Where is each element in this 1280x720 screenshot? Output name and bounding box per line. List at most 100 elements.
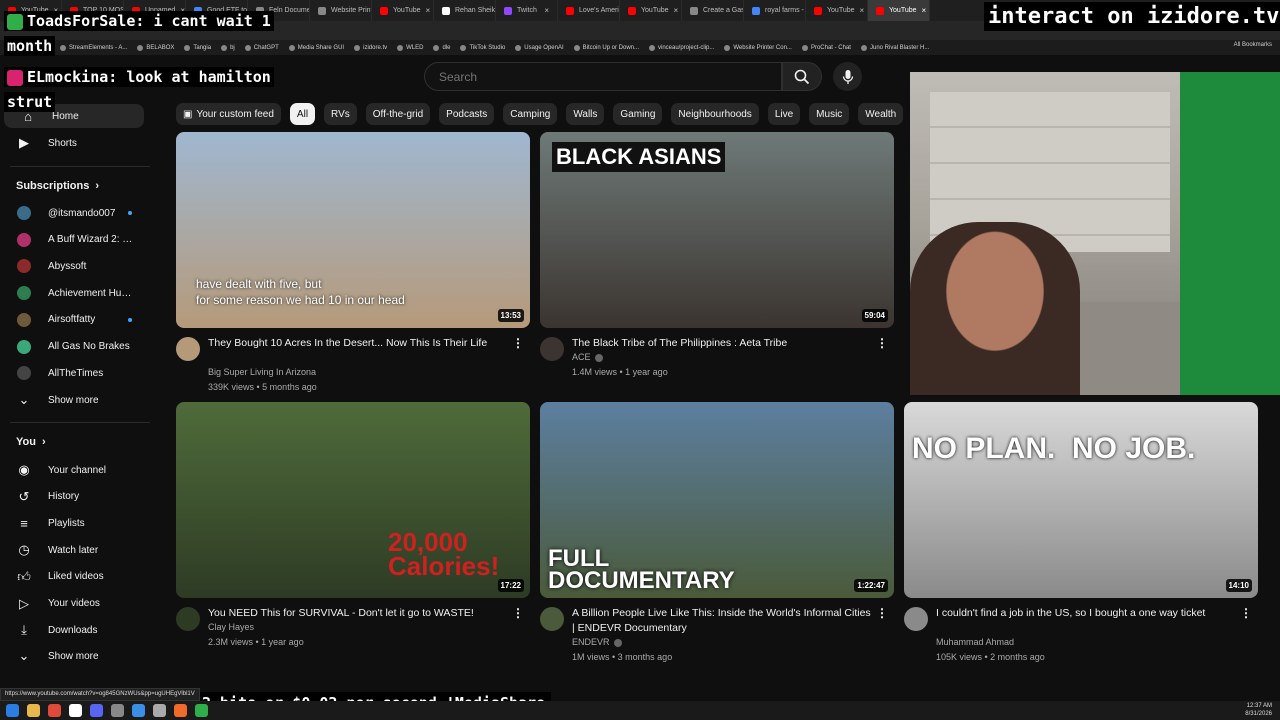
- sidebar-item-playlists[interactable]: ≡ Playlists: [0, 511, 160, 535]
- browser-tab[interactable]: Twitch ×: [496, 0, 558, 21]
- browser-tab[interactable]: YouTube ×: [620, 0, 682, 21]
- video-title[interactable]: A Billion People Live Like This: Inside …: [572, 606, 872, 636]
- sidebar-item-download[interactable]: ⤓ Downloads: [0, 618, 160, 642]
- browser-tab[interactable]: Website Printe×: [310, 0, 372, 21]
- bookmark-item[interactable]: Usage OpenAI: [515, 44, 564, 51]
- channel-name[interactable]: Muhammad Ahmad: [936, 637, 1014, 647]
- sidebar-item-your-videos[interactable]: ▷ Your videos: [0, 592, 160, 616]
- video-thumbnail[interactable]: FULL DOCUMENTARY 1:22:47: [540, 402, 894, 598]
- sidebar-item-channel[interactable]: ◉ Your channel: [0, 458, 160, 482]
- taskbar-app-icon[interactable]: [111, 704, 124, 717]
- bookmark-item[interactable]: StreamElements - A...: [60, 44, 127, 51]
- taskbar-app-icon[interactable]: [195, 704, 208, 717]
- search-input[interactable]: [439, 69, 781, 84]
- bookmark-item[interactable]: vinceau/project-clip...: [649, 44, 714, 51]
- bookmark-item[interactable]: Website Printer Con...: [724, 44, 792, 51]
- video-thumbnail[interactable]: 20,000 Calories! 17:22: [176, 402, 530, 598]
- video-thumbnail[interactable]: NO PLAN. NO JOB. 14:10: [904, 402, 1258, 598]
- video-thumbnail[interactable]: BLACK ASIANS 59:04: [540, 132, 894, 328]
- browser-tab[interactable]: YouTube ×: [806, 0, 868, 21]
- more-actions-icon[interactable]: ⋮: [1240, 606, 1252, 620]
- taskbar-app-icon[interactable]: [132, 704, 145, 717]
- more-actions-icon[interactable]: ⋮: [876, 336, 888, 350]
- video-thumbnail[interactable]: have dealt with five, but for some reason…: [176, 132, 530, 328]
- taskbar-app-icon[interactable]: [174, 704, 187, 717]
- taskbar-app-icon[interactable]: [90, 704, 103, 717]
- taskbar-clock[interactable]: 12:37 AM 8/31/2026: [1245, 702, 1272, 718]
- bookmark-item[interactable]: ProChat - Chat: [801, 44, 851, 51]
- video-title[interactable]: They Bought 10 Acres In the Desert... No…: [208, 336, 508, 351]
- filter-chip[interactable]: All: [289, 103, 316, 125]
- taskbar-app-icon[interactable]: [6, 704, 19, 717]
- all-bookmarks-button[interactable]: All Bookmarks: [1234, 42, 1272, 48]
- video-card[interactable]: FULL DOCUMENTARY 1:22:47 A Billion People …: [540, 402, 894, 672]
- close-tab-icon[interactable]: ×: [922, 6, 927, 15]
- channel-avatar[interactable]: [904, 607, 928, 631]
- bookmark-item[interactable]: Tangia: [184, 44, 211, 51]
- sidebar-item-show-more[interactable]: ⌄ Show more: [0, 644, 160, 668]
- browser-tab[interactable]: YouTube ×: [372, 0, 434, 21]
- channel-name[interactable]: ENDEVR: [572, 637, 622, 647]
- video-title[interactable]: You NEED This for SURVIVAL - Don't let i…: [208, 606, 508, 621]
- browser-tab[interactable]: YouTube ×: [868, 0, 930, 21]
- video-card[interactable]: have dealt with five, but for some reason…: [176, 132, 530, 402]
- sidebar-item-subscription[interactable]: AllTheTimes: [0, 361, 160, 385]
- channel-name[interactable]: Clay Hayes: [208, 622, 254, 632]
- filter-chip[interactable]: Wealth: [858, 103, 904, 125]
- search-box[interactable]: [424, 62, 782, 91]
- sidebar-item-subscription[interactable]: A Buff Wizard 2: Cy...: [0, 228, 160, 252]
- filter-chip[interactable]: Podcasts: [439, 103, 495, 125]
- filter-chip[interactable]: Neighbourhoods: [671, 103, 759, 125]
- bookmark-item[interactable]: WLED: [397, 44, 423, 51]
- channel-name[interactable]: Big Super Living In Arizona: [208, 367, 316, 377]
- video-card[interactable]: NO PLAN. NO JOB. 14:10 I couldn't find a j…: [904, 402, 1258, 672]
- filter-chip[interactable]: Walls: [566, 103, 605, 125]
- close-tab-icon[interactable]: ×: [860, 6, 865, 15]
- filter-chip[interactable]: Camping: [503, 103, 558, 125]
- browser-tab[interactable]: Rehan Sheikh×: [434, 0, 496, 21]
- close-tab-icon[interactable]: ×: [426, 6, 431, 15]
- sidebar-item-subscription[interactable]: @itsmando007: [0, 201, 160, 225]
- video-card[interactable]: BLACK ASIANS 59:04 The Black Tribe of The …: [540, 132, 894, 402]
- bookmark-item[interactable]: bj: [221, 44, 235, 51]
- filter-chip[interactable]: RVs: [324, 103, 357, 125]
- browser-tab[interactable]: royal farms -×: [744, 0, 806, 21]
- more-actions-icon[interactable]: ⋮: [512, 606, 524, 620]
- search-button[interactable]: [782, 62, 822, 91]
- sidebar-item-subscription[interactable]: Abyssoft: [0, 254, 160, 278]
- filter-chip[interactable]: Music: [809, 103, 850, 125]
- channel-name[interactable]: ACE: [572, 352, 603, 362]
- bookmark-item[interactable]: Media Share GUI: [288, 44, 344, 51]
- channel-avatar[interactable]: [176, 337, 200, 361]
- bookmark-item[interactable]: BELABOX: [137, 44, 174, 51]
- video-title[interactable]: I couldn't find a job in the US, so I bo…: [936, 606, 1236, 621]
- bookmark-item[interactable]: TikTok Studio: [460, 44, 505, 51]
- close-tab-icon[interactable]: ×: [674, 6, 679, 15]
- close-tab-icon[interactable]: ×: [544, 6, 549, 15]
- bookmark-item[interactable]: Bitcoin Up or Down...: [573, 44, 639, 51]
- channel-avatar[interactable]: [540, 337, 564, 361]
- bookmark-item[interactable]: Juno Rival Blaster H...: [860, 44, 929, 51]
- video-card[interactable]: 20,000 Calories! 17:22 You NEED This for S…: [176, 402, 530, 672]
- more-actions-icon[interactable]: ⋮: [876, 606, 888, 620]
- sidebar-item-subscription[interactable]: Achievement Hunter: [0, 281, 160, 305]
- browser-tab[interactable]: Create a Gas S×: [682, 0, 744, 21]
- taskbar-app-icon[interactable]: [69, 704, 82, 717]
- taskbar-app-icon[interactable]: [153, 704, 166, 717]
- sidebar-item-subscription[interactable]: All Gas No Brakes: [0, 335, 160, 359]
- bookmark-item[interactable]: dle: [433, 44, 450, 51]
- sidebar-item-show-more[interactable]: ⌄ Show more: [0, 388, 160, 412]
- browser-tab[interactable]: Love's America×: [558, 0, 620, 21]
- sidebar-item-like[interactable]: 👍︎ Liked videos: [0, 565, 160, 589]
- filter-chip[interactable]: Live: [767, 103, 801, 125]
- taskbar-app-icon[interactable]: [48, 704, 61, 717]
- more-actions-icon[interactable]: ⋮: [512, 336, 524, 350]
- voice-search-button[interactable]: [833, 62, 862, 91]
- filter-chip[interactable]: Gaming: [613, 103, 663, 125]
- you-heading[interactable]: You ›: [16, 436, 46, 448]
- taskbar-app-icon[interactable]: [27, 704, 40, 717]
- filter-chip[interactable]: ▣ Your custom feed: [176, 103, 281, 125]
- sidebar-item-watch-later[interactable]: ◷ Watch later: [0, 538, 160, 562]
- video-title[interactable]: The Black Tribe of The Philippines : Aet…: [572, 336, 872, 351]
- filter-chip[interactable]: Off-the-grid: [365, 103, 431, 125]
